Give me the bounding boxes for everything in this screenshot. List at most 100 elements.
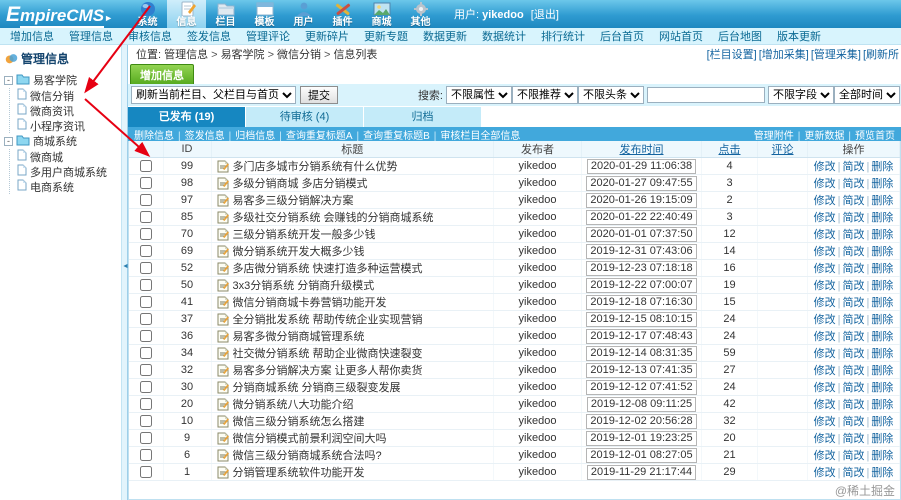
logout-link[interactable]: [退出] [531,9,559,21]
op-delete-link[interactable]: 删除 [871,382,893,394]
module-template[interactable]: 模板 [245,0,284,28]
menubar-item-2[interactable]: 审核信息 [128,28,172,44]
row-title-link[interactable]: 微信三级分销系统怎么搭建 [233,413,365,429]
corner-link-3[interactable]: [刷新所 [863,49,899,61]
batch-left-link-5[interactable]: 审核栏目全部信息 [440,131,520,142]
op-delete-link[interactable]: 删除 [871,450,893,462]
op-delete-link[interactable]: 删除 [871,195,893,207]
menubar-item-9[interactable]: 排行统计 [541,28,585,44]
op-quickedit-link[interactable]: 简改 [843,297,865,309]
row-title-link[interactable]: 微信三级分销商城系统合法吗? [233,447,382,463]
header-time-sort-link[interactable]: 发布时间 [620,144,664,156]
module-column[interactable]: 栏目 [206,0,245,28]
op-modify-link[interactable]: 修改 [814,365,836,377]
tree-leaf-0-2[interactable]: 小程序资讯 [17,118,121,133]
module-other[interactable]: 其他 [401,0,440,28]
op-modify-link[interactable]: 修改 [814,416,836,428]
tree-node-1[interactable]: -商城系统 [4,133,121,149]
op-modify-link[interactable]: 修改 [814,331,836,343]
op-modify-link[interactable]: 修改 [814,195,836,207]
op-delete-link[interactable]: 删除 [871,263,893,275]
row-checkbox[interactable] [140,347,152,359]
row-checkbox[interactable] [140,432,152,444]
op-quickedit-link[interactable]: 简改 [843,263,865,275]
row-checkbox[interactable] [140,279,152,291]
op-quickedit-link[interactable]: 简改 [843,246,865,258]
row-title-link[interactable]: 微信分销商城卡券营销功能开发 [233,294,387,310]
row-title-link[interactable]: 易客多分销解决方案 让更多人帮你卖货 [233,362,423,378]
op-delete-link[interactable]: 删除 [871,365,893,377]
op-quickedit-link[interactable]: 简改 [843,331,865,343]
menubar-item-12[interactable]: 后台地图 [718,28,762,44]
op-delete-link[interactable]: 删除 [871,416,893,428]
op-modify-link[interactable]: 修改 [814,280,836,292]
search-filter-right-select-0[interactable]: 不限字段 [768,86,834,104]
row-checkbox[interactable] [140,177,152,189]
menubar-item-3[interactable]: 签发信息 [187,28,231,44]
menubar-item-5[interactable]: 更新碎片 [305,28,349,44]
op-quickedit-link[interactable]: 简改 [843,365,865,377]
op-quickedit-link[interactable]: 简改 [843,348,865,360]
breadcrumb-item-0[interactable]: 管理信息 [164,49,208,61]
row-checkbox[interactable] [140,194,152,206]
op-quickedit-link[interactable]: 简改 [843,314,865,326]
tab-2[interactable]: 归档 [364,107,482,127]
menubar-item-11[interactable]: 网站首页 [659,28,703,44]
row-checkbox[interactable] [140,364,152,376]
row-checkbox[interactable] [140,228,152,240]
op-delete-link[interactable]: 删除 [871,246,893,258]
row-checkbox[interactable] [140,330,152,342]
op-delete-link[interactable]: 删除 [871,331,893,343]
row-checkbox[interactable] [140,381,152,393]
row-checkbox[interactable] [140,245,152,257]
module-info[interactable]: 信息 [167,0,206,28]
op-modify-link[interactable]: 修改 [814,382,836,394]
row-title-link[interactable]: 易客多三级分销解决方案 [233,192,354,208]
row-title-link[interactable]: 社交微分销系统 帮助企业微商快速裂变 [233,345,423,361]
row-title-link[interactable]: 3x3分销系统 分销商升级模式 [233,277,375,293]
module-system[interactable]: 系统 [128,0,167,28]
breadcrumb-item-3[interactable]: 信息列表 [333,49,377,61]
op-delete-link[interactable]: 删除 [871,348,893,360]
batch-right-link-2[interactable]: 预览首页 [855,131,895,142]
row-checkbox[interactable] [140,296,152,308]
search-filter-right-select-1[interactable]: 全部时间 [834,86,900,104]
op-modify-link[interactable]: 修改 [814,433,836,445]
splitter-collapse-handle[interactable]: ◄ [122,254,128,280]
tree-leaf-0-0[interactable]: 微信分销 [17,88,121,103]
breadcrumb-item-2[interactable]: 微信分销 [277,49,321,61]
batch-right-link-0[interactable]: 管理附件 [754,131,794,142]
row-checkbox[interactable] [140,313,152,325]
breadcrumb-item-1[interactable]: 易客学院 [221,49,265,61]
op-quickedit-link[interactable]: 简改 [843,178,865,190]
module-mall[interactable]: 商城 [362,0,401,28]
row-checkbox[interactable] [140,398,152,410]
op-quickedit-link[interactable]: 简改 [843,195,865,207]
tree-leaf-1-2[interactable]: 电商系统 [17,179,121,194]
row-title-link[interactable]: 分销管理系统软件功能开发 [233,464,365,480]
op-delete-link[interactable]: 删除 [871,229,893,241]
row-title-link[interactable]: 多级分销商城 多店分销模式 [233,175,368,191]
row-checkbox[interactable] [140,211,152,223]
row-checkbox[interactable] [140,449,152,461]
op-modify-link[interactable]: 修改 [814,229,836,241]
header-comments-sort-link[interactable]: 评论 [772,144,794,156]
row-checkbox[interactable] [140,160,152,172]
row-title-link[interactable]: 易客多微分销商城管理系统 [233,328,365,344]
op-quickedit-link[interactable]: 简改 [843,467,865,479]
op-delete-link[interactable]: 删除 [871,399,893,411]
row-checkbox[interactable] [140,415,152,427]
row-title-link[interactable]: 分销商城系统 分销商三级裂变发展 [233,379,401,395]
search-filter-select-1[interactable]: 不限推荐 [512,86,578,104]
op-modify-link[interactable]: 修改 [814,314,836,326]
op-delete-link[interactable]: 删除 [871,433,893,445]
header-clicks-sort-link[interactable]: 点击 [719,144,741,156]
op-quickedit-link[interactable]: 简改 [843,399,865,411]
op-modify-link[interactable]: 修改 [814,212,836,224]
op-delete-link[interactable]: 删除 [871,212,893,224]
row-title-link[interactable]: 全分销批发系统 帮助传统企业实现营销 [233,311,423,327]
op-modify-link[interactable]: 修改 [814,450,836,462]
tree-node-0[interactable]: -易客学院 [4,72,121,88]
op-delete-link[interactable]: 删除 [871,297,893,309]
row-title-link[interactable]: 多店微分销系统 快速打造多种运营模式 [233,260,423,276]
